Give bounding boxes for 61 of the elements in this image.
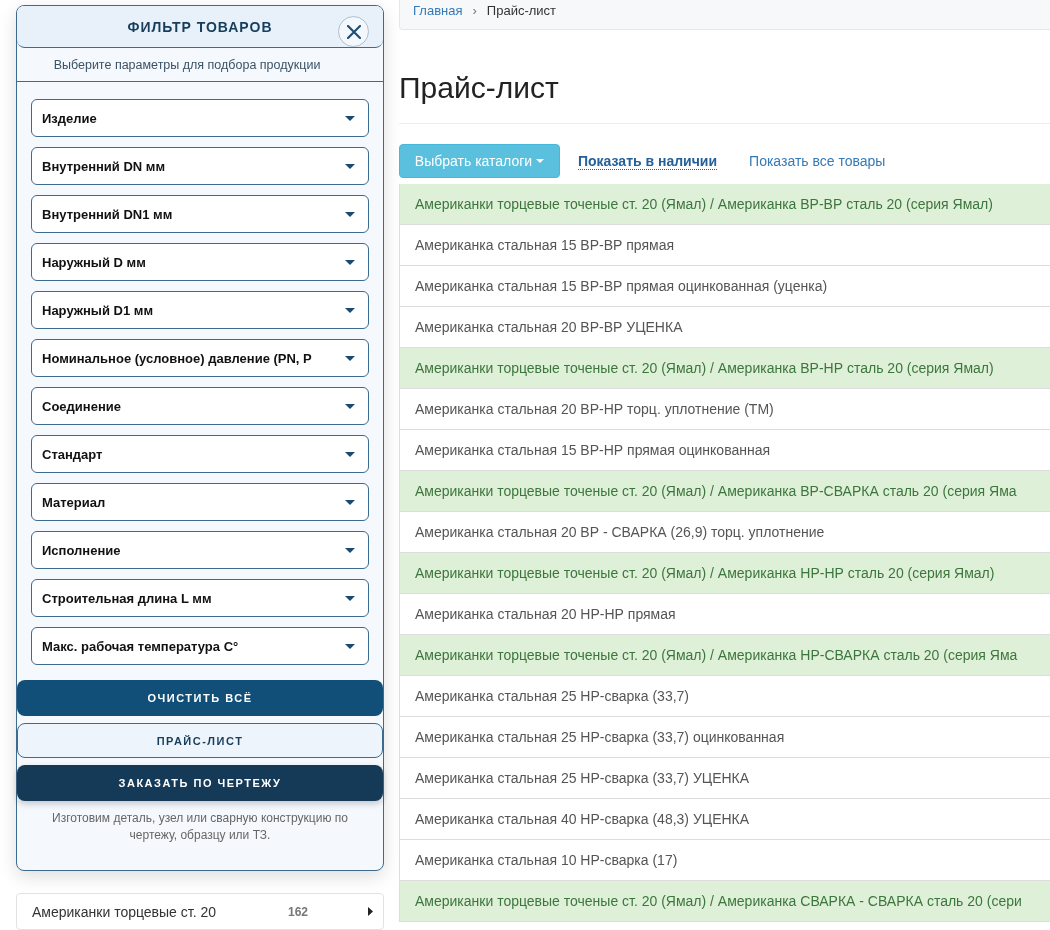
product-row[interactable]: Американка стальная 10 НР-сварка (17) bbox=[399, 840, 1050, 881]
product-row[interactable]: Американка стальная 25 НР-сварка (33,7) оцинкованная bbox=[399, 717, 1050, 758]
filter-dropdown[interactable]: Стандарт bbox=[31, 435, 369, 473]
caret-down-icon bbox=[345, 451, 355, 457]
caret-down-icon bbox=[345, 259, 355, 265]
close-button[interactable] bbox=[338, 16, 369, 47]
category-row[interactable]: Американки торцевые точеные ст. 20 (Ямал) / Американка СВАРКА - СВАРКА сталь 20 (сери bbox=[399, 881, 1050, 922]
product-row[interactable]: Американка стальная 15 ВР-ВР прямая оцинкованная (уценка) bbox=[399, 266, 1050, 307]
breadcrumb-separator: › bbox=[472, 3, 477, 18]
caret-down-icon bbox=[345, 211, 355, 217]
close-icon bbox=[346, 24, 361, 39]
category-row[interactable]: Американки торцевые точеные ст. 20 (Ямал) / Американка НР-СВАРКА сталь 20 (серия Яма bbox=[399, 635, 1050, 676]
filter-dropdown[interactable]: Наружный D1 мм bbox=[31, 291, 369, 329]
filter-dropdown[interactable]: Внутренний DN1 мм bbox=[31, 195, 369, 233]
product-row[interactable]: Американка стальная 20 ВР-ВР УЦЕНКА bbox=[399, 307, 1050, 348]
category-row[interactable]: Американки торцевые точеные ст. 20 (Ямал) / Американка ВР-СВАРКА сталь 20 (серия Яма bbox=[399, 471, 1050, 512]
caret-down-icon bbox=[345, 115, 355, 121]
filter-dropdown[interactable]: Наружный D мм bbox=[31, 243, 369, 281]
breadcrumb-link[interactable]: Главная bbox=[413, 3, 463, 18]
filter-dropdown[interactable]: Соединение bbox=[31, 387, 369, 425]
item-count: 162 bbox=[287, 904, 308, 919]
filter-dropdown[interactable]: Макс. рабочая температура С° bbox=[31, 627, 369, 665]
product-row[interactable]: Американка стальная 25 НР-сварка (33,7) УЦЕНКА bbox=[399, 758, 1050, 799]
product-row[interactable]: Американка стальная 15 ВР-ВР прямая bbox=[399, 225, 1050, 266]
filter-dropdown[interactable]: Внутренний DN мм bbox=[31, 147, 369, 185]
order-note: Изготовим деталь, узел или сварную конструкцию по чертежу, образцу или ТЗ. bbox=[51, 810, 349, 844]
category-row[interactable]: Американки торцевые точеные ст. 20 (Ямал) / Американка НР-НР сталь 20 (серия Ямал) bbox=[399, 553, 1050, 594]
category-item[interactable]: Американки торцевые ст. 20 162 bbox=[16, 893, 384, 930]
caret-right-icon bbox=[368, 907, 373, 916]
order-by-drawing-button[interactable]: ЗАКАЗАТЬ ПО ЧЕРТЕЖУ bbox=[17, 765, 383, 801]
product-row[interactable]: Американка стальная 25 НР-сварка (33,7) bbox=[399, 676, 1050, 717]
filter-dropdown[interactable]: Строительная длина L мм bbox=[31, 579, 369, 617]
clear-all-button[interactable]: ОЧИСТИТЬ ВСЁ bbox=[17, 680, 383, 716]
caret-down-icon bbox=[345, 499, 355, 505]
product-row[interactable]: Американка стальная 15 ВР-НР прямая оцинкованная bbox=[399, 430, 1050, 471]
category-label: Американки торцевые ст. 20 bbox=[32, 903, 216, 920]
caret-down-icon bbox=[345, 403, 355, 409]
product-row[interactable]: Американка стальная 20 ВР - СВАРКА (26,9) торц. уплотнение bbox=[399, 512, 1050, 553]
filter-link[interactable]: Показать все товары bbox=[749, 153, 886, 169]
page-title: Прайс-лист bbox=[399, 70, 560, 106]
caret-down-icon bbox=[345, 163, 355, 169]
caret-down-icon bbox=[345, 547, 355, 553]
filter-dropdown[interactable]: Материал bbox=[31, 483, 369, 521]
filter-dropdown[interactable]: Изделие bbox=[31, 99, 369, 137]
price-list-button[interactable]: ПРАЙС-ЛИСТ bbox=[17, 723, 383, 758]
caret-down-icon bbox=[345, 355, 355, 361]
caret-down-icon bbox=[536, 159, 545, 163]
panel-subtitle: Выберите параметры для подбора продукции bbox=[17, 48, 383, 82]
product-row[interactable]: Американка стальная 20 ВР-НР торц. уплотнение (ТМ) bbox=[399, 389, 1050, 430]
category-row[interactable]: Американки торцевые точеные ст. 20 (Ямал) / Американка ВР-НР сталь 20 (серия Ямал) bbox=[399, 348, 1050, 389]
product-row[interactable]: Американка стальная 40 НР-сварка (48,3) УЦЕНКА bbox=[399, 799, 1050, 840]
product-row[interactable]: Американка стальная 20 НР-НР прямая bbox=[399, 594, 1050, 635]
caret-down-icon bbox=[345, 307, 355, 313]
panel-title: ФИЛЬТР ТОВАРОВ bbox=[127, 18, 273, 35]
breadcrumb-current: Прайс-лист bbox=[486, 3, 557, 18]
caret-down-icon bbox=[345, 643, 355, 649]
caret-down-icon bbox=[345, 595, 355, 601]
category-row[interactable]: Американки торцевые точеные ст. 20 (Ямал) / Американка ВР-ВР сталь 20 (серия Ямал) bbox=[399, 184, 1050, 225]
filter-dropdown[interactable]: Номинальное (условное) давление (PN, Р bbox=[31, 339, 369, 377]
filter-dropdown[interactable]: Исполнение bbox=[31, 531, 369, 569]
filter-link[interactable]: Показать в наличии bbox=[578, 152, 718, 170]
